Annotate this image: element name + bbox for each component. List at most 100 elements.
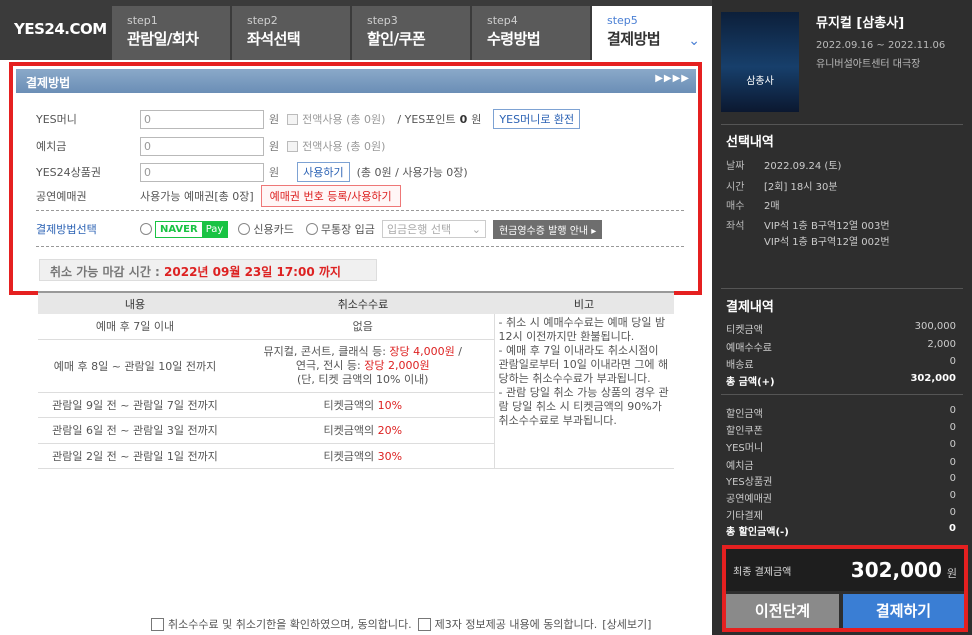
fee-percent: 30% (377, 449, 403, 463)
giftcard-row: YES24상품권 0 원 사용하기 (총 0원 / 사용가능 0장) (36, 162, 468, 182)
col-header: 내용 (38, 291, 232, 314)
deposit-row: 예치금 0 원 전액사용 (총 0원) (36, 136, 385, 156)
fee-cell: 티켓금액의 30% (232, 443, 494, 470)
discount-key: YES상품권 (726, 477, 773, 488)
fee-cell: 티켓금액의 20% (232, 417, 494, 444)
deposit-input[interactable]: 0 (140, 136, 264, 156)
voucher-label: 공연예매권 (36, 190, 87, 203)
discount-value: 0 (949, 523, 956, 534)
agree-thirdparty-checkbox[interactable] (417, 617, 431, 631)
final-amount-row: 최종 결제금액 302,000 원 (726, 549, 964, 591)
discount-item: YES머니 0 (726, 439, 956, 454)
selection-item: 날짜 2022.09.24 (토) (726, 157, 958, 172)
step-2-tab[interactable]: step2 좌석선택 (232, 6, 350, 60)
step-number: step5 (607, 14, 638, 27)
unit: 원 (269, 113, 280, 126)
payinfo-key: 티켓금액 (726, 325, 763, 336)
method-row: 결제방법선택 NAVER Pay 신용카드 무통장 입금 입금은행 선택 ⌄ 현… (36, 219, 603, 239)
discount-item: 예치금 0 (726, 457, 956, 472)
full-use-label: 전액사용 (총 0원) (302, 113, 386, 126)
step-label: 수령방법 (487, 30, 541, 48)
discount-value: 0 (949, 405, 956, 416)
fee-amount: 장당 4,000원 (389, 344, 455, 358)
discount-key: 총 할인금액(-) (726, 527, 789, 538)
unit: 원 (269, 166, 280, 179)
giftcard-input[interactable]: 0 (140, 162, 264, 182)
payinfo-value: 2,000 (927, 339, 956, 350)
naverpay-radio[interactable] (140, 223, 152, 235)
discount-key: 할인금액 (726, 409, 763, 420)
bank-transfer-radio[interactable] (305, 223, 318, 235)
final-label: 최종 결제금액 (733, 566, 792, 578)
step-label: 할인/쿠폰 (367, 30, 426, 48)
period-cell: 관람일 2일 전 ~ 관람일 1일 전까지 (38, 443, 232, 470)
fee-text: 티켓금액의 (323, 449, 375, 463)
step-3-tab[interactable]: step3 할인/쿠폰 (352, 6, 470, 60)
creditcard-radio[interactable] (238, 223, 251, 235)
show-venue: 유니버설아트센터 대극장 (816, 59, 921, 70)
yesmoney-full-checkbox[interactable] (287, 113, 299, 125)
selection-key: 시간 (726, 182, 745, 193)
step-5-tab[interactable]: step5 결제방법 ⌄ (592, 6, 712, 60)
discount-item: YES상품권 0 (726, 473, 956, 488)
period-cell: 예매 후 7일 이내 (38, 314, 232, 340)
yesmoney-label: YES머니 (36, 113, 77, 126)
payinfo-item: 티켓금액 300,000 (726, 321, 956, 336)
selection-title: 선택내역 (726, 135, 774, 150)
bank-select-value: 입금은행 선택 (386, 223, 452, 236)
fee-cell: 티켓금액의 10% (232, 392, 494, 419)
step-4-tab[interactable]: step4 수령방법 (472, 6, 590, 60)
voucher-register-button[interactable]: 예매권 번호 등록/사용하기 (260, 185, 401, 207)
deposit-label: 예치금 (36, 140, 67, 153)
final-amount: 302,000 (850, 558, 942, 582)
pay-button[interactable]: 결제하기 (843, 594, 964, 628)
arrows-icon: ▶▶▶▶ (655, 73, 690, 84)
poster-title: 삼총사 (746, 76, 774, 87)
col-header: 비고 (494, 291, 674, 314)
yesmoney-input[interactable]: 0 (140, 109, 264, 129)
method-label: 결제방법선택 (36, 223, 97, 236)
final-unit: 원 (946, 567, 957, 580)
prev-step-button[interactable]: 이전단계 (726, 594, 839, 628)
payment-method-panel: 결제방법 ▶▶▶▶ YES머니 0 원 전액사용 (총 0원) / YES포인트… (9, 62, 702, 295)
selection-value: [2회] 18시 30분 (764, 182, 838, 193)
deposit-full-checkbox[interactable] (287, 140, 299, 152)
deadline-value: 2022년 09월 23일 17:00 까지 (164, 265, 341, 279)
selection-item: 시간 [2회] 18시 30분 (726, 178, 958, 193)
bank-select[interactable]: 입금은행 선택 ⌄ (381, 220, 486, 238)
final-amount-group: 302,000 원 (851, 558, 957, 582)
cancel-deadline: 취소 가능 마감 시간 : 2022년 09월 23일 17:00 까지 (39, 259, 377, 281)
bank-transfer-label: 무통장 입금 (320, 223, 375, 236)
fee-amount: 장당 2,000원 (364, 358, 430, 372)
cash-receipt-button[interactable]: 현금영수증 발행 안내 ▸ (492, 219, 603, 239)
step-1-tab[interactable]: step1 관람일/회차 (112, 6, 230, 60)
agreement-row: 취소수수료 및 취소기한을 확인하였으며, 동의합니다. 제3자 정보제공 내용… (151, 616, 651, 632)
divider (36, 210, 684, 211)
fee-text: 티켓금액의 (323, 424, 375, 438)
selection-value: 2매 (764, 201, 780, 212)
naverpay-logo[interactable]: NAVER Pay (155, 220, 229, 238)
fee-text: 티켓금액의 (323, 398, 375, 412)
yes24-logo[interactable]: YES24.COM (0, 0, 112, 60)
yespoint-label: / YES포인트 (397, 113, 456, 126)
giftcard-use-button[interactable]: 사용하기 (297, 162, 350, 182)
agree-cancel-checkbox[interactable] (151, 617, 164, 631)
show-dates: 2022.09.16 ~ 2022.11.06 (816, 40, 946, 51)
full-use-label: 전액사용 (총 0원) (302, 140, 386, 153)
divider (721, 124, 963, 125)
payment-header: 결제방법 ▶▶▶▶ (16, 69, 696, 93)
discount-key: 예치금 (726, 461, 754, 472)
payinfo-title: 결제내역 (726, 300, 774, 315)
yespoint-value: 0 (459, 112, 468, 126)
payinfo-item: 예매수수료 2,000 (726, 339, 956, 354)
selection-key: 좌석 (726, 221, 745, 232)
discount-item: 할인쿠폰 0 (726, 422, 956, 437)
detail-link[interactable]: [상세보기] (602, 616, 651, 632)
selection-value: VIP석 1층 B구역12열 003번 (764, 221, 890, 232)
agree-cancel-label: 취소수수료 및 취소기한을 확인하였으며, 동의합니다. (168, 618, 412, 631)
discount-item: 기타결제 0 (726, 507, 956, 522)
fee-text: 연극, 전시 등: (295, 358, 361, 372)
show-poster: 삼총사 (721, 12, 799, 112)
yesmoney-row: YES머니 0 원 전액사용 (총 0원) / YES포인트 0 원 YES머니… (36, 109, 581, 129)
convert-yesmoney-button[interactable]: YES머니로 환전 (493, 109, 581, 129)
